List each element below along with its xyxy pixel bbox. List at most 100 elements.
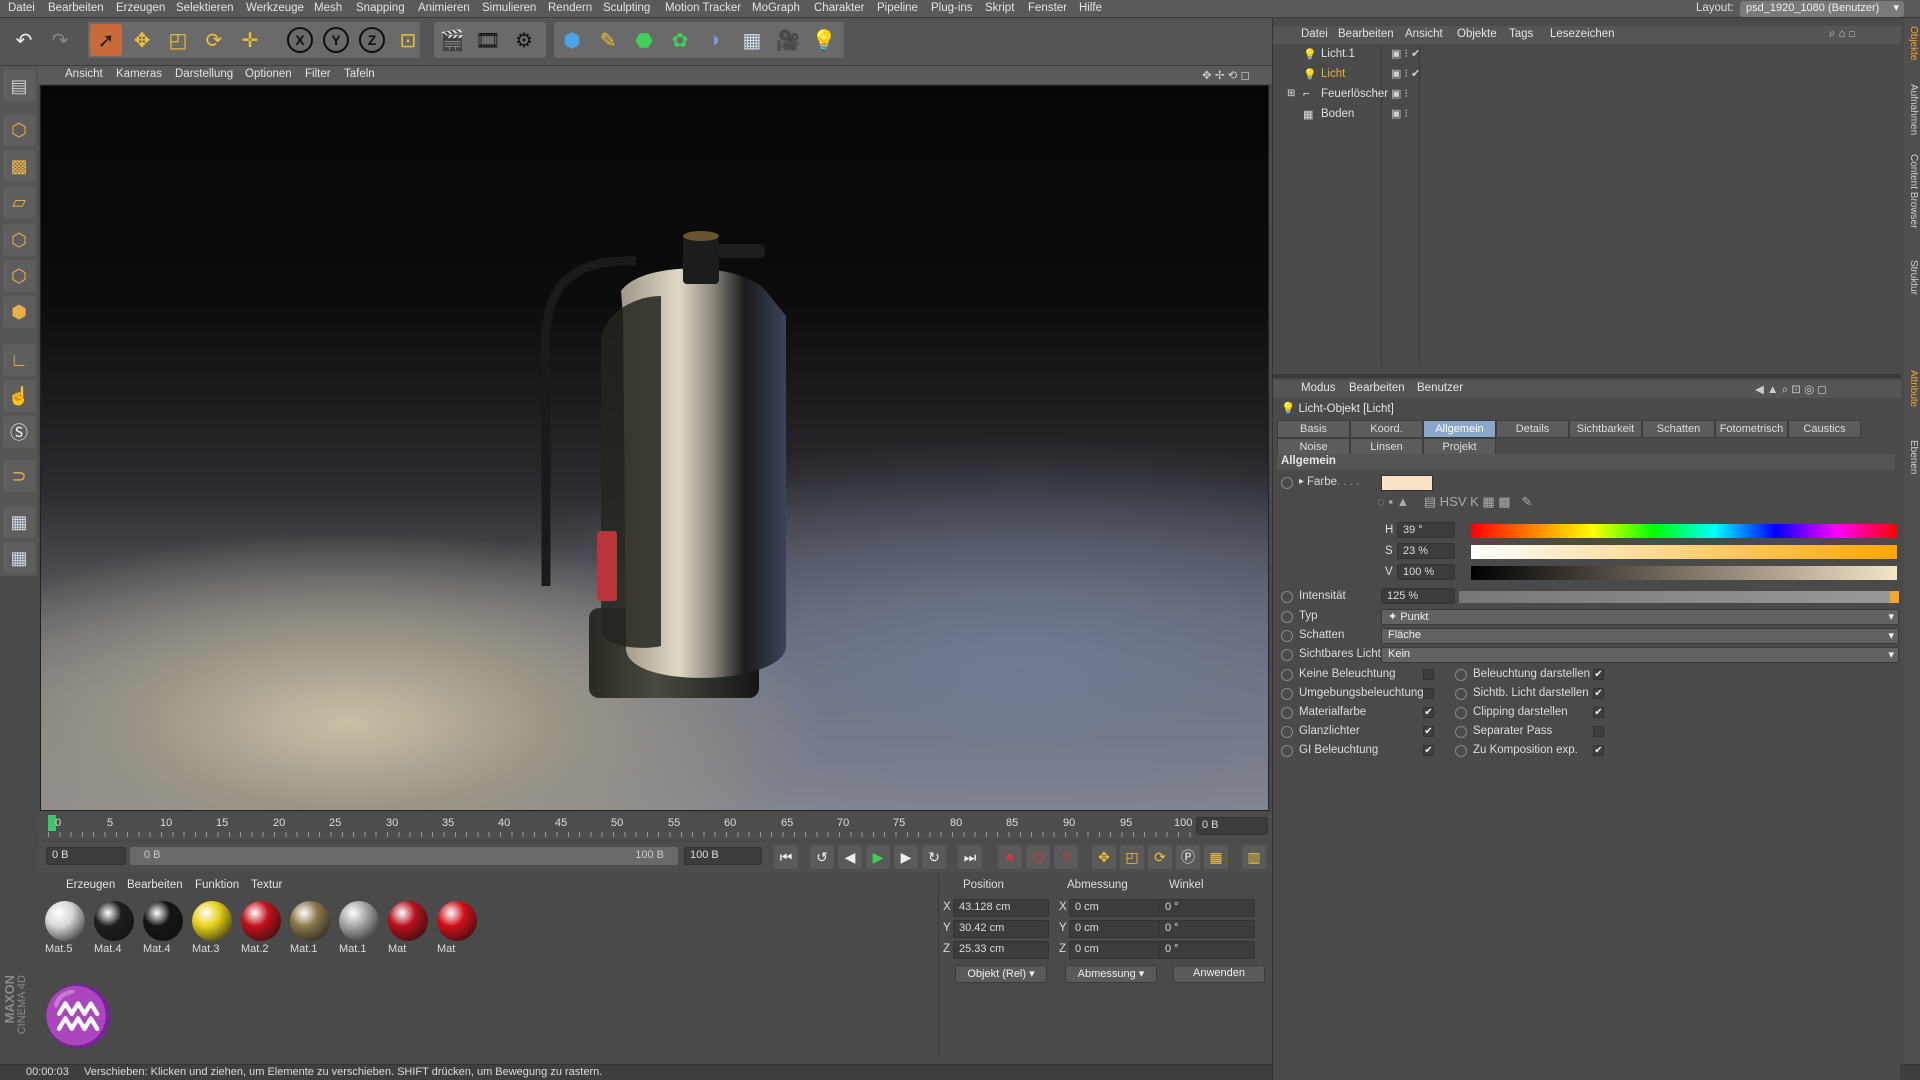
live-transform-icon[interactable]: ✛ [234, 24, 266, 56]
attr-menu-bearbeiten[interactable]: Bearbeiten [1349, 382, 1405, 394]
hue-slider[interactable] [1471, 524, 1897, 538]
material-swatch[interactable]: Mat [434, 899, 480, 957]
object-flags[interactable]: ▣ ⁝ [1391, 87, 1408, 100]
coord-rot-field[interactable]: 0 ° [1159, 920, 1255, 938]
render-picture-viewer-icon[interactable]: 🎞 [472, 24, 504, 56]
material-swatch[interactable]: Mat.4 [91, 899, 137, 957]
material-swatch[interactable]: Mat.3 [189, 899, 235, 957]
sichtbares-licht-anim-radio[interactable] [1281, 649, 1293, 661]
tab-allgemein[interactable]: Allgemein [1423, 420, 1496, 438]
checkbox[interactable]: ✔ [1593, 707, 1604, 718]
coord-rot-field[interactable]: 0 ° [1159, 941, 1255, 959]
menu-selektieren[interactable]: Selektieren [176, 2, 234, 14]
z-axis-icon[interactable]: Z [356, 24, 388, 56]
s-field[interactable]: 23 % [1397, 543, 1455, 559]
model-mode-icon[interactable]: ⬡ [3, 114, 35, 146]
render-settings-icon[interactable]: ⚙ [508, 24, 540, 56]
obj-menu-lesezeichen[interactable]: Lesezeichen [1550, 28, 1615, 40]
mat-menu-funktion[interactable]: Funktion [195, 879, 239, 891]
intensity-field[interactable]: 125 % [1381, 588, 1455, 604]
start-frame-field[interactable]: 0 B [46, 847, 126, 865]
obj-menu-bearbeiten[interactable]: Bearbeiten [1338, 28, 1394, 40]
anim-radio[interactable] [1455, 745, 1467, 757]
mat-menu-bearbeiten[interactable]: Bearbeiten [127, 879, 183, 891]
tab-fotometrisch[interactable]: Fotometrisch [1715, 420, 1788, 438]
checkbox[interactable] [1593, 726, 1604, 737]
viewport-menu-ansicht[interactable]: Ansicht [65, 68, 103, 80]
typ-anim-radio[interactable] [1281, 611, 1293, 623]
expand-arrow-icon[interactable]: ▸ [1299, 476, 1304, 487]
coord-pos-field[interactable]: 30.42 cm [953, 920, 1049, 938]
key-rotation-icon[interactable]: ⟳ [1148, 845, 1172, 869]
obj-menu-ansicht[interactable]: Ansicht [1405, 28, 1443, 40]
tab-sichtbarkeit[interactable]: Sichtbarkeit [1569, 420, 1642, 438]
object-flags[interactable]: ▣ ⁝ ✔ [1391, 47, 1420, 60]
tab-basis[interactable]: Basis [1277, 420, 1350, 438]
object-row[interactable]: 💡 Licht ▣ ⁝ ✔ [1281, 66, 1841, 84]
material-swatch[interactable]: Mat.1 [336, 899, 382, 957]
timeline-window-icon[interactable]: ▥ [1242, 845, 1266, 869]
key-parameter-icon[interactable]: Ⓟ [1176, 845, 1200, 869]
material-swatch[interactable]: Mat.2 [238, 899, 284, 957]
current-frame-field[interactable]: 0 B [1196, 817, 1268, 835]
search-icon[interactable]: ⌕ ⌂ ◻ [1829, 28, 1855, 41]
farbe-color-swatch[interactable] [1381, 475, 1433, 491]
coord-size-field[interactable]: 0 cm [1069, 899, 1165, 917]
menu-mograph[interactable]: MoGraph [752, 2, 800, 14]
select-arrow-icon[interactable]: ➚ [90, 24, 122, 56]
material-swatch[interactable]: Mat.5 [42, 899, 88, 957]
material-swatch[interactable]: Mat.4 [140, 899, 186, 957]
mat-menu-erzeugen[interactable]: Erzeugen [66, 879, 115, 891]
attr-menu-modus[interactable]: Modus [1301, 382, 1336, 394]
light-icon[interactable]: 💡 [808, 24, 840, 56]
move-icon[interactable]: ✥ [126, 24, 158, 56]
material-swatch[interactable]: Mat.1 [287, 899, 333, 957]
redo-icon[interactable]: ↷ [44, 24, 76, 56]
coord-pos-field[interactable]: 25.33 cm [953, 941, 1049, 959]
coord-size-mode-select[interactable]: Abmessung ▾ [1065, 965, 1157, 983]
menu-snapping[interactable]: Snapping [356, 2, 405, 14]
menu-animieren[interactable]: Animieren [418, 2, 470, 14]
viewport-menu-darstellung[interactable]: Darstellung [175, 68, 233, 80]
h-field[interactable]: 39 ° [1397, 522, 1455, 538]
deformer-icon[interactable]: ◗ [700, 24, 732, 56]
workplane-icon[interactable]: ▱ [3, 186, 35, 218]
coordinate-system-icon[interactable]: ⊡ [392, 24, 424, 56]
play-icon[interactable]: ▶ [866, 845, 890, 869]
menu-charakter[interactable]: Charakter [814, 2, 865, 14]
object-row[interactable]: 💡 Licht.1 ▣ ⁝ ✔ [1281, 46, 1841, 64]
subdivision-icon[interactable]: ⬣ [628, 24, 660, 56]
v-field[interactable]: 100 % [1397, 564, 1455, 580]
tab-details[interactable]: Details [1496, 420, 1569, 438]
menu-werkzeuge[interactable]: Werkzeuge [246, 2, 304, 14]
record-icon[interactable]: ⏺ [998, 845, 1022, 869]
sidebar-tab-ebenen[interactable]: Ebenen [1905, 440, 1919, 474]
schatten-anim-radio[interactable] [1281, 630, 1293, 642]
tab-koord[interactable]: Koord. [1350, 420, 1423, 438]
texture-mode-icon[interactable]: ▩ [3, 150, 35, 182]
go-to-end-icon[interactable]: ⏭ [958, 845, 982, 869]
intensity-anim-radio[interactable] [1281, 591, 1293, 603]
obj-menu-tags[interactable]: Tags [1509, 28, 1533, 40]
scale-icon[interactable]: ◰ [162, 24, 194, 56]
apply-button[interactable]: Anwenden [1173, 965, 1265, 983]
object-flags[interactable]: ▣ ⁝ ✔ [1391, 67, 1420, 80]
menu-bearbeiten[interactable]: Bearbeiten [48, 2, 104, 14]
anim-radio[interactable] [1455, 669, 1467, 681]
saturation-slider[interactable] [1471, 545, 1897, 559]
rotate-icon[interactable]: ⟳ [198, 24, 230, 56]
lock-workplane-icon[interactable]: ▦ [3, 542, 35, 574]
color-mode-icons[interactable]: ◌ ▪ ▲ ▤ HSV K ▦ ▩ ✎ [1377, 494, 1717, 512]
menu-sculpting[interactable]: Sculpting [603, 2, 650, 14]
coord-pos-field[interactable]: 43.128 cm [953, 899, 1049, 917]
sidebar-tab-struktur[interactable]: Struktur [1905, 260, 1919, 295]
make-editable-icon[interactable]: ▤ [3, 70, 35, 102]
menu-erzeugen[interactable]: Erzeugen [116, 2, 165, 14]
grid-icon[interactable]: ▦ [3, 506, 35, 538]
viewport-menu-filter[interactable]: Filter [305, 68, 331, 80]
next-frame-icon[interactable]: ▶ [894, 845, 918, 869]
intensity-slider[interactable] [1459, 591, 1899, 603]
snap-icon[interactable]: Ⓢ [3, 416, 35, 448]
value-slider[interactable] [1471, 566, 1897, 580]
object-row[interactable]: ▦ Boden ▣ ⁝ [1281, 106, 1841, 124]
